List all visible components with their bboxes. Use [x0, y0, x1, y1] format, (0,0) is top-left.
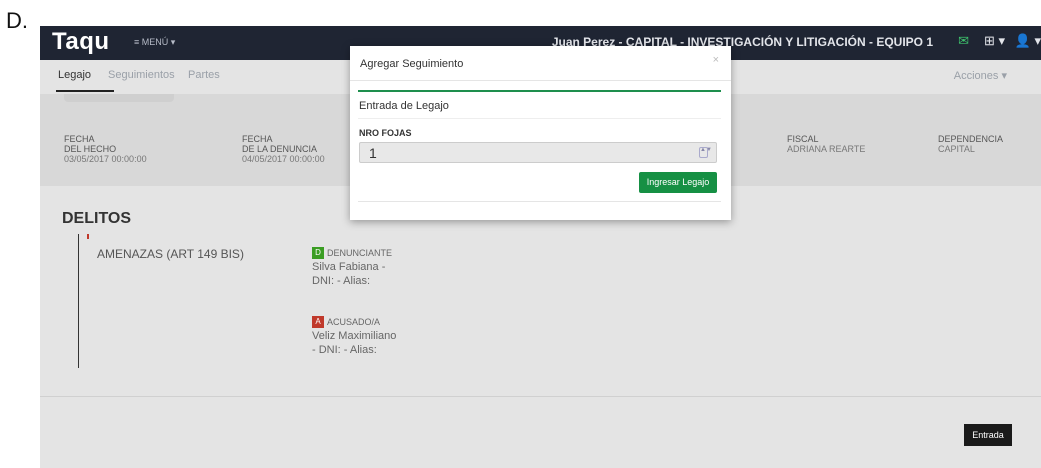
number-spinner-icon[interactable]: ▲▼ [699, 147, 712, 158]
info-label: DEL HECHO [64, 144, 117, 154]
delito-name: AMENAZAS (ART 149 BIS) [97, 247, 244, 261]
brand-logo[interactable]: Taqu [52, 28, 110, 56]
info-fecha-hecho: FECHA DEL HECHO 03/05/2017 00:00:00 [64, 134, 147, 164]
info-value: ADRIANA REARTE [787, 144, 866, 154]
info-value: CAPITAL [938, 144, 975, 154]
timeline-line [78, 234, 79, 368]
main-menu-button[interactable]: ≡ MENÚ ▾ [134, 37, 175, 48]
modal-header-divider [350, 80, 731, 81]
active-tab-indicator [56, 90, 114, 92]
persona-name: Veliz Maximiliano [312, 330, 397, 343]
persona-role: ACUSADO/A [327, 317, 381, 328]
nro-fojas-value: 1 [369, 145, 377, 161]
tab-legajo[interactable]: Legajo [58, 69, 91, 81]
persona-role: DENUNCIANTE [327, 248, 393, 259]
delitos-heading: DELITOS [62, 210, 132, 227]
info-label: FECHA [64, 134, 95, 144]
persona-detail: - DNI: - Alias: [312, 344, 377, 357]
inbox-icon[interactable]: ✉ [958, 33, 969, 49]
modal-title: Agregar Seguimiento [360, 58, 464, 70]
close-icon[interactable]: × [713, 54, 719, 66]
info-dependencia: DEPENDENCIA CAPITAL [938, 134, 1003, 154]
info-label: FISCAL [787, 134, 819, 144]
persona-name: Silva Fabiana - [312, 261, 386, 274]
denunciante-badge: D [312, 247, 324, 260]
figure-label: D. [6, 8, 28, 33]
info-value: 03/05/2017 00:00:00 [64, 154, 147, 164]
info-label: DE LA DENUNCIA [242, 144, 318, 154]
agregar-seguimiento-modal: Agregar Seguimiento × Entrada de Legajo … [350, 46, 731, 220]
info-label: FECHA [242, 134, 273, 144]
acusado-badge: A [312, 316, 324, 329]
timeline-marker [87, 234, 89, 239]
card-title: Entrada de Legajo [359, 100, 449, 112]
persona-detail: DNI: - Alias: [312, 275, 371, 288]
info-fiscal: FISCAL ADRIANA REARTE [787, 134, 865, 154]
info-value: 04/05/2017 00:00:00 [242, 154, 325, 164]
nro-fojas-label: NRO FOJAS [359, 128, 412, 138]
entrada-button[interactable]: Entrada [964, 424, 1012, 446]
add-menu-button[interactable]: ⊞ ▾ [984, 33, 1005, 49]
tab-seguimientos[interactable]: Seguimientos [108, 69, 175, 81]
acciones-dropdown[interactable]: Acciones ▾ [954, 69, 1007, 82]
tab-partes[interactable]: Partes [188, 69, 220, 81]
user-menu-button[interactable]: 👤 ▾ [1015, 33, 1041, 49]
persona-denunciante[interactable]: D DENUNCIANTE Silva Fabiana - DNI: - Alia… [312, 246, 392, 288]
ingresar-legajo-button[interactable]: Ingresar Legajo [639, 172, 717, 193]
info-label: DEPENDENCIA [938, 134, 1004, 144]
status-pill [64, 94, 174, 102]
nro-fojas-input[interactable]: 1 ▲▼ [359, 142, 717, 163]
card-divider [358, 118, 721, 119]
entrada-legajo-card: Entrada de Legajo NRO FOJAS 1 ▲▼ Ingresa… [358, 90, 721, 202]
section-divider [40, 396, 1041, 397]
info-fecha-denuncia: FECHA DE LA DENUNCIA 04/05/2017 00:00:00 [242, 134, 325, 164]
persona-acusado[interactable]: A ACUSADO/A Veliz Maximiliano - DNI: - Al… [312, 315, 396, 357]
